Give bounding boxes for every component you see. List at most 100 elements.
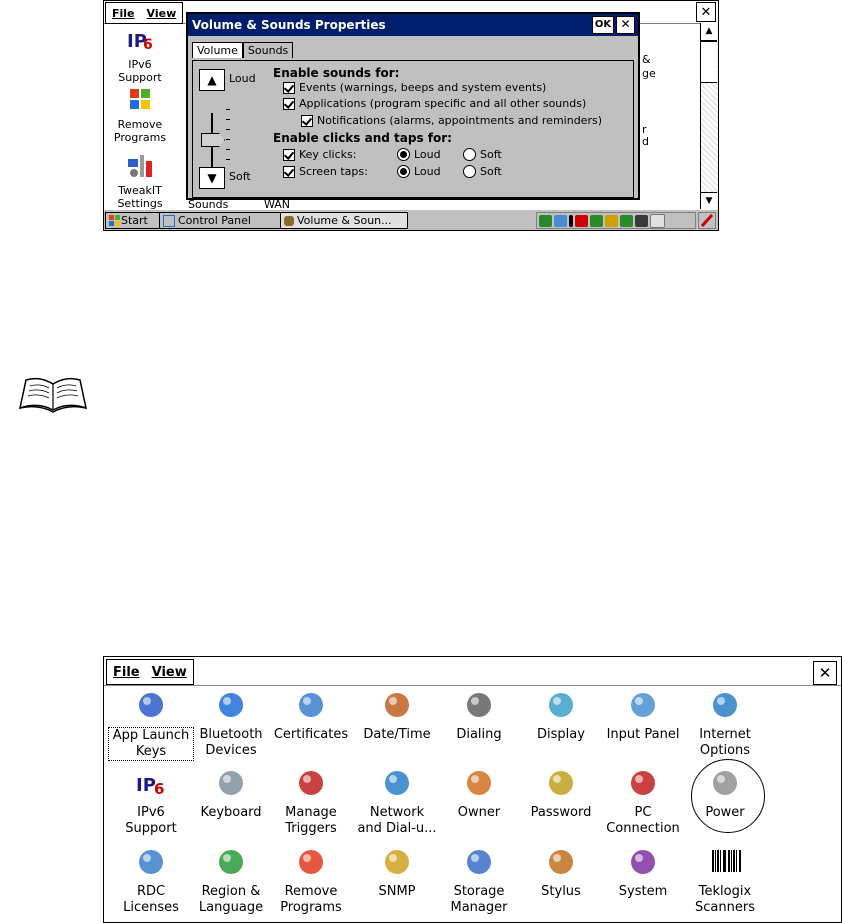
applications-checkbox[interactable]: Applications (program specific and all o…: [283, 97, 586, 110]
notifications-label: Notifications (alarms, appointments and …: [317, 114, 602, 127]
date-time-icon: [385, 693, 409, 717]
screen-taps-soft-radio[interactable]: Soft: [463, 165, 502, 178]
slider-tick: [226, 149, 230, 150]
control-panel-screenshot: File View ✕ App Launch Keys Bluetooth Dev…: [103, 656, 842, 923]
input-panel-icon: [631, 693, 655, 717]
ipv6-icon: IP 6: [127, 31, 153, 53]
cp-item-rdc-licenses[interactable]: RDC Licenses: [108, 846, 194, 916]
cp-item-label: Region & Language: [198, 884, 264, 915]
view-menu[interactable]: View: [146, 665, 193, 680]
dialog-title-bar: Volume & Sounds Properties OK ✕: [188, 14, 638, 36]
screen-taps-loud-radio[interactable]: Loud: [397, 165, 441, 178]
start-button[interactable]: Start: [105, 212, 161, 229]
password-icon: [549, 771, 573, 795]
cp-item-ipv6[interactable]: IP 6 IPv6 Support: [104, 25, 176, 84]
radio-label: Loud: [414, 165, 441, 178]
cp-item-input-panel[interactable]: Input Panel: [600, 689, 686, 743]
tab-sounds[interactable]: Sounds: [242, 42, 294, 58]
cp-item-keyboard[interactable]: Keyboard: [188, 767, 274, 821]
cp-item-label: Network and Dial-u...: [357, 805, 437, 836]
file-menu[interactable]: File: [106, 7, 141, 20]
region-language-icon: [219, 850, 243, 874]
battery-icon[interactable]: [575, 214, 588, 227]
cp-item-label: Bluetooth Devices: [199, 727, 263, 758]
cp-item-label: Remove Programs: [280, 884, 342, 915]
menu-box: File View: [106, 659, 194, 685]
menu-bar: File View ✕: [104, 657, 841, 686]
ok-button[interactable]: OK: [592, 16, 614, 34]
cp-item-stylus[interactable]: Stylus: [518, 846, 604, 900]
connection-icon[interactable]: [554, 214, 567, 227]
slider-tick: [226, 129, 230, 130]
vertical-scrollbar[interactable]: ▲ ▼: [700, 23, 718, 210]
partial-label: d: [642, 135, 649, 148]
tab-volume[interactable]: Volume: [192, 42, 243, 58]
cp-item-certificates[interactable]: Certificates: [268, 689, 354, 743]
windows-flag-icon: [130, 89, 150, 109]
svg-text:IP: IP: [136, 775, 156, 796]
slider-tick: [226, 159, 230, 160]
notifications-checkbox[interactable]: Notifications (alarms, appointments and …: [301, 114, 602, 127]
network-icon[interactable]: [620, 214, 633, 227]
taskbar-control-panel[interactable]: Control Panel: [159, 212, 282, 229]
network-icon[interactable]: [590, 214, 603, 227]
bluetooth-devices-icon: [219, 693, 243, 717]
close-button[interactable]: ✕: [696, 2, 716, 22]
volume-down-button[interactable]: ▼: [199, 167, 225, 189]
cp-item-region-language[interactable]: Region & Language: [188, 846, 274, 916]
volume-up-button[interactable]: ▲: [199, 69, 225, 91]
checkbox-checked-icon: [301, 114, 313, 127]
cp-item-tweakit[interactable]: TweakIT Settings: [104, 151, 176, 210]
cp-item-label: Owner: [457, 805, 501, 820]
cp-item-label: PC Connection: [606, 805, 680, 836]
cp-item-display[interactable]: Display: [518, 689, 604, 743]
cp-item-dialing[interactable]: Dialing: [436, 689, 522, 743]
cp-item-password[interactable]: Password: [518, 767, 604, 821]
cp-item-system[interactable]: System: [600, 846, 686, 900]
stylus-icon[interactable]: [650, 213, 665, 228]
volume-slider-thumb[interactable]: [201, 133, 225, 147]
cp-item-bluetooth-devices[interactable]: Bluetooth Devices: [188, 689, 274, 759]
cp-item-remove-programs[interactable]: Remove Programs: [104, 85, 176, 144]
cp-item-app-launch-keys[interactable]: App Launch Keys: [108, 689, 194, 761]
scroll-thumb[interactable]: [701, 41, 717, 83]
rdc-licenses-icon: [139, 850, 163, 874]
view-menu[interactable]: View: [141, 7, 183, 20]
keyboard-icon[interactable]: [635, 214, 648, 227]
cp-item-ipv6-support[interactable]: IP 6 IPv6 Support: [108, 767, 194, 837]
lock-icon[interactable]: [605, 214, 618, 227]
tweakit-icon: [128, 155, 152, 177]
file-menu[interactable]: File: [107, 665, 146, 680]
cp-item-label: Teklogix Scanners: [695, 884, 755, 915]
cp-item-label: SNMP: [378, 884, 416, 899]
network-icon[interactable]: [539, 214, 552, 227]
key-clicks-checkbox[interactable]: Key clicks:: [283, 148, 356, 161]
scroll-down-icon[interactable]: ▼: [701, 192, 717, 210]
taskbar-volume-sounds[interactable]: Volume & Soun...: [280, 212, 408, 229]
pen-icon[interactable]: [698, 212, 716, 229]
cp-item-date-time[interactable]: Date/Time: [354, 689, 440, 743]
system-tray: [536, 212, 696, 229]
close-button[interactable]: ✕: [813, 661, 837, 685]
cp-item-remove-programs[interactable]: Remove Programs: [268, 846, 354, 916]
cp-item-label: Password: [530, 805, 592, 820]
cp-item-teklogix-scanners[interactable]: Teklogix Scanners: [682, 846, 768, 916]
snmp-icon: [385, 850, 409, 874]
scroll-up-icon[interactable]: ▲: [701, 23, 717, 41]
cp-item-pc-connection[interactable]: PC Connection: [600, 767, 686, 837]
cp-item-internet-options[interactable]: Internet Options: [682, 689, 768, 759]
loud-label: Loud: [229, 72, 256, 85]
screen-taps-checkbox[interactable]: Screen taps:: [283, 165, 368, 178]
events-checkbox[interactable]: Events (warnings, beeps and system event…: [283, 81, 546, 94]
internet-options-icon: [713, 693, 737, 717]
cp-item-owner[interactable]: Owner: [436, 767, 522, 821]
key-clicks-loud-radio[interactable]: Loud: [397, 148, 441, 161]
cp-item-snmp[interactable]: SNMP: [354, 846, 440, 900]
windows-flag-icon: [109, 214, 120, 226]
cp-item-network-and-dial-u[interactable]: Network and Dial-u...: [354, 767, 440, 837]
key-clicks-soft-radio[interactable]: Soft: [463, 148, 502, 161]
dialog-close-button[interactable]: ✕: [616, 16, 635, 34]
cp-item-storage-manager[interactable]: Storage Manager: [436, 846, 522, 916]
cp-item-manage-triggers[interactable]: Manage Triggers: [268, 767, 354, 837]
info-icon[interactable]: [569, 214, 573, 227]
